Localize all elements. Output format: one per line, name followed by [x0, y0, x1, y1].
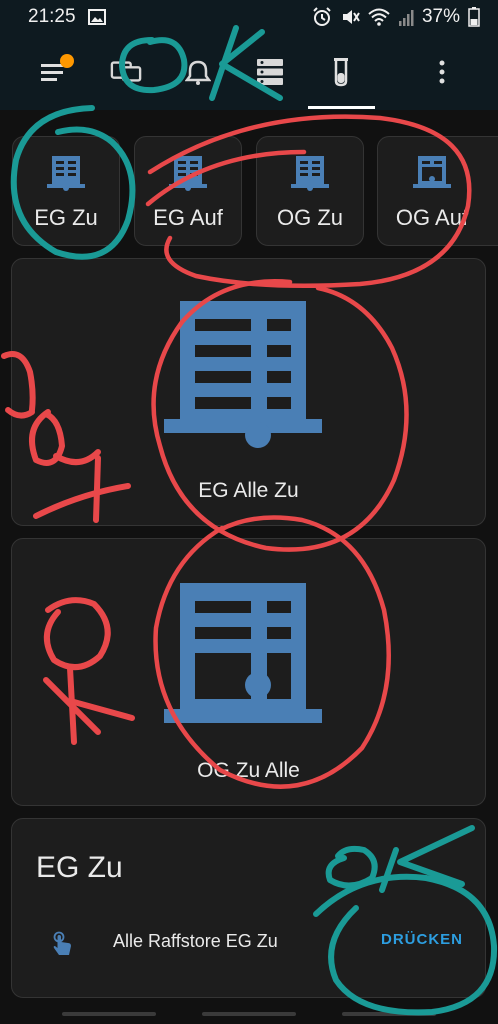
flask-icon[interactable] — [325, 56, 357, 88]
blind-closed-icon — [169, 156, 207, 191]
wifi-icon — [368, 8, 390, 26]
server-icon[interactable] — [254, 56, 286, 88]
entity-name: Alle Raffstore EG Zu — [113, 931, 278, 951]
press-button[interactable]: DRÜCKEN — [381, 931, 463, 948]
app-bar — [0, 34, 498, 110]
dashboard-content: EG Zu EG Auf OG Zu OG Auf EG Alle Zu OG … — [0, 110, 498, 1024]
status-time: 21:25 — [28, 6, 76, 27]
signal-icon — [398, 8, 414, 26]
bell-icon[interactable] — [182, 56, 214, 88]
tile-label: EG Zu — [34, 205, 98, 230]
blind-open-icon — [413, 156, 451, 188]
notification-badge — [60, 54, 74, 68]
nav-pill-right[interactable] — [342, 1012, 436, 1016]
more-vert-icon[interactable] — [426, 56, 458, 88]
nav-pill-center[interactable] — [202, 1012, 296, 1016]
button-card-og-zu-alle[interactable]: OG Zu Alle — [11, 538, 486, 806]
gesture-tap-icon — [50, 931, 74, 962]
menu-icon[interactable] — [38, 54, 74, 88]
battery-icon — [468, 7, 480, 27]
alarm-icon — [312, 7, 332, 27]
status-bar: 21:25 37% — [0, 0, 498, 34]
blind-open-icon — [163, 583, 322, 723]
button-card-label: EG Alle Zu — [198, 479, 299, 502]
blind-closed-icon — [47, 156, 85, 191]
tile-eg-zu[interactable]: EG Zu — [12, 136, 120, 246]
tile-og-zu[interactable]: OG Zu — [256, 136, 364, 246]
gallery-icon — [87, 9, 106, 25]
entities-card: EG Zu Alle Raffstore EG Zu DRÜCKEN — [11, 818, 486, 998]
tile-label: EG Auf — [153, 205, 223, 230]
button-card-label: OG Zu Alle — [197, 759, 300, 782]
blind-closed-icon — [163, 301, 322, 448]
active-tab-indicator — [308, 106, 375, 109]
blind-closed-icon — [291, 156, 329, 191]
card-title: EG Zu — [36, 851, 123, 884]
tile-label: OG Zu — [276, 205, 343, 230]
nav-pill-left[interactable] — [62, 1012, 156, 1016]
system-nav-bar — [0, 1006, 498, 1024]
button-card-eg-alle-zu[interactable]: EG Alle Zu — [11, 258, 486, 526]
tile-label: OG Auf — [395, 205, 469, 230]
battery-percent: 37% — [421, 6, 460, 27]
tile-eg-auf[interactable]: EG Auf — [134, 136, 242, 246]
tile-og-auf[interactable]: OG Auf — [377, 136, 498, 246]
mute-icon — [340, 7, 360, 27]
devices-icon[interactable] — [110, 56, 142, 88]
